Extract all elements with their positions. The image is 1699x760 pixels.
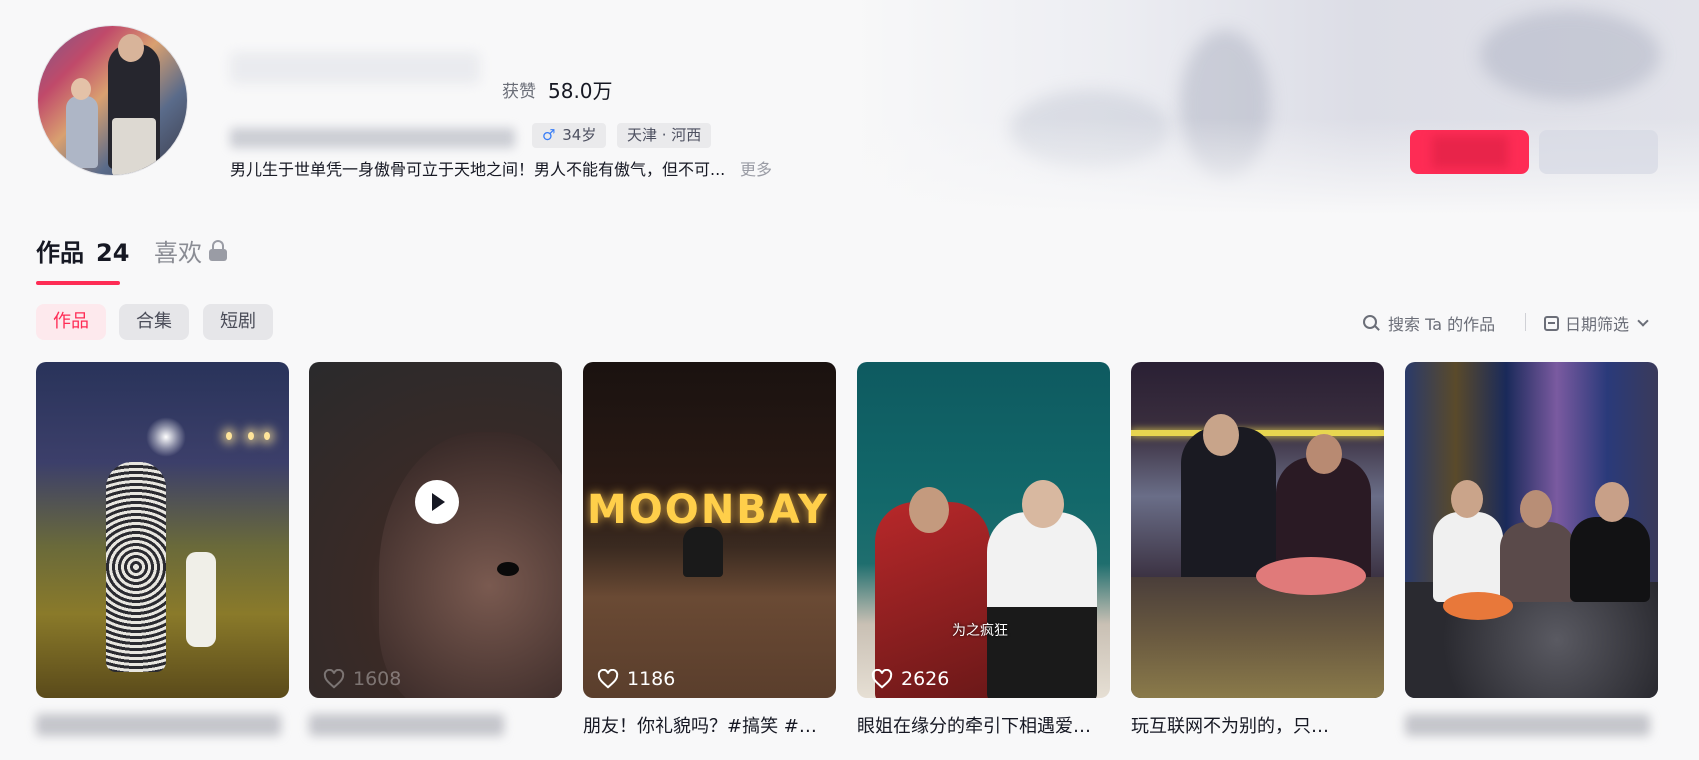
video-title[interactable]: 朋友！你礼貌吗？#搞笑 #… — [583, 712, 836, 738]
likes-received-label: 获赞 — [502, 82, 536, 102]
video-thumbnail[interactable] — [36, 362, 289, 698]
lock-icon — [209, 240, 227, 261]
video-card[interactable] — [36, 362, 289, 736]
filter-collection[interactable]: 合集 — [119, 304, 189, 340]
banner-image-blur — [1480, 10, 1660, 100]
banner-image-blur — [1010, 90, 1170, 170]
username-blurred — [230, 52, 480, 84]
follow-button[interactable] — [1410, 130, 1529, 174]
filter-works[interactable]: 作品 — [36, 304, 106, 340]
gender-age-tag: ♂ 34岁 — [532, 123, 607, 148]
profile-bio: 男儿生于世单凭一身傲骨可立于天地之间！男人不能有傲气，但不可... — [230, 160, 726, 179]
age-label: 34岁 — [562, 126, 597, 144]
video-likes-count: 1608 — [353, 668, 402, 690]
tab-works-label: 作品 — [36, 239, 84, 267]
date-filter-dropdown[interactable]: 日期筛选 — [1544, 312, 1649, 334]
video-title[interactable]: 玩互联网不为别的，只… — [1131, 712, 1384, 738]
heart-icon — [597, 669, 619, 689]
play-icon[interactable] — [415, 480, 459, 524]
video-title-blurred — [1405, 714, 1650, 736]
chevron-down-icon — [1637, 315, 1649, 327]
video-likes-count: 2626 — [901, 668, 950, 690]
tab-works[interactable]: 作品 24 — [36, 233, 129, 268]
active-tab-indicator — [36, 281, 120, 285]
tab-works-count: 24 — [96, 239, 130, 267]
video-card[interactable]: 为之疯狂 2626 眼姐在缘分的牵引下相遇爱… — [857, 362, 1110, 737]
toolbar-divider — [1525, 313, 1526, 331]
search-icon — [1363, 314, 1380, 332]
video-thumbnail[interactable]: 为之疯狂 2626 — [857, 362, 1110, 698]
calendar-icon — [1544, 315, 1559, 331]
date-filter-label: 日期筛选 — [1565, 315, 1630, 334]
video-thumbnail[interactable] — [1405, 362, 1658, 698]
message-button[interactable] — [1539, 130, 1658, 174]
video-likes: 1186 — [597, 668, 675, 690]
profile-banner — [0, 0, 1699, 215]
filter-drama[interactable]: 短剧 — [203, 304, 273, 340]
video-card[interactable]: MOONBAY 1186 朋友！你礼貌吗？#搞笑 #… — [583, 362, 836, 737]
video-card[interactable] — [1405, 362, 1658, 736]
video-card[interactable]: 玩互联网不为别的，只… — [1131, 362, 1384, 737]
video-thumbnail[interactable]: 1608 — [309, 362, 562, 698]
banner-image-blur — [1180, 30, 1270, 180]
user-id-blurred — [230, 128, 515, 148]
bio-more-link[interactable]: 更多 — [740, 156, 772, 180]
video-likes-count: 1186 — [627, 668, 676, 690]
video-overlay-caption: 为之疯狂 — [952, 623, 1008, 639]
tab-likes[interactable]: 喜欢 — [154, 233, 202, 268]
video-title-blurred — [36, 714, 281, 736]
video-thumbnail[interactable] — [1131, 362, 1384, 698]
male-icon: ♂ — [542, 126, 556, 144]
thumbnail-sign-text: MOONBAY — [587, 487, 829, 533]
video-title-blurred — [309, 714, 504, 736]
avatar[interactable] — [37, 25, 188, 176]
video-title[interactable]: 眼姐在缘分的牵引下相遇爱… — [857, 712, 1110, 738]
search-placeholder: 搜索 Ta 的作品 — [1388, 315, 1496, 334]
works-search[interactable]: 搜索 Ta 的作品 — [1363, 312, 1495, 334]
heart-icon — [323, 669, 345, 689]
video-card[interactable]: 1608 — [309, 362, 562, 736]
likes-received-count: 58.0万 — [548, 79, 613, 103]
heart-icon — [871, 669, 893, 689]
video-likes: 2626 — [871, 668, 949, 690]
video-likes: 1608 — [323, 668, 401, 690]
location-tag: 天津 · 河西 — [617, 123, 712, 148]
video-thumbnail[interactable]: MOONBAY 1186 — [583, 362, 836, 698]
